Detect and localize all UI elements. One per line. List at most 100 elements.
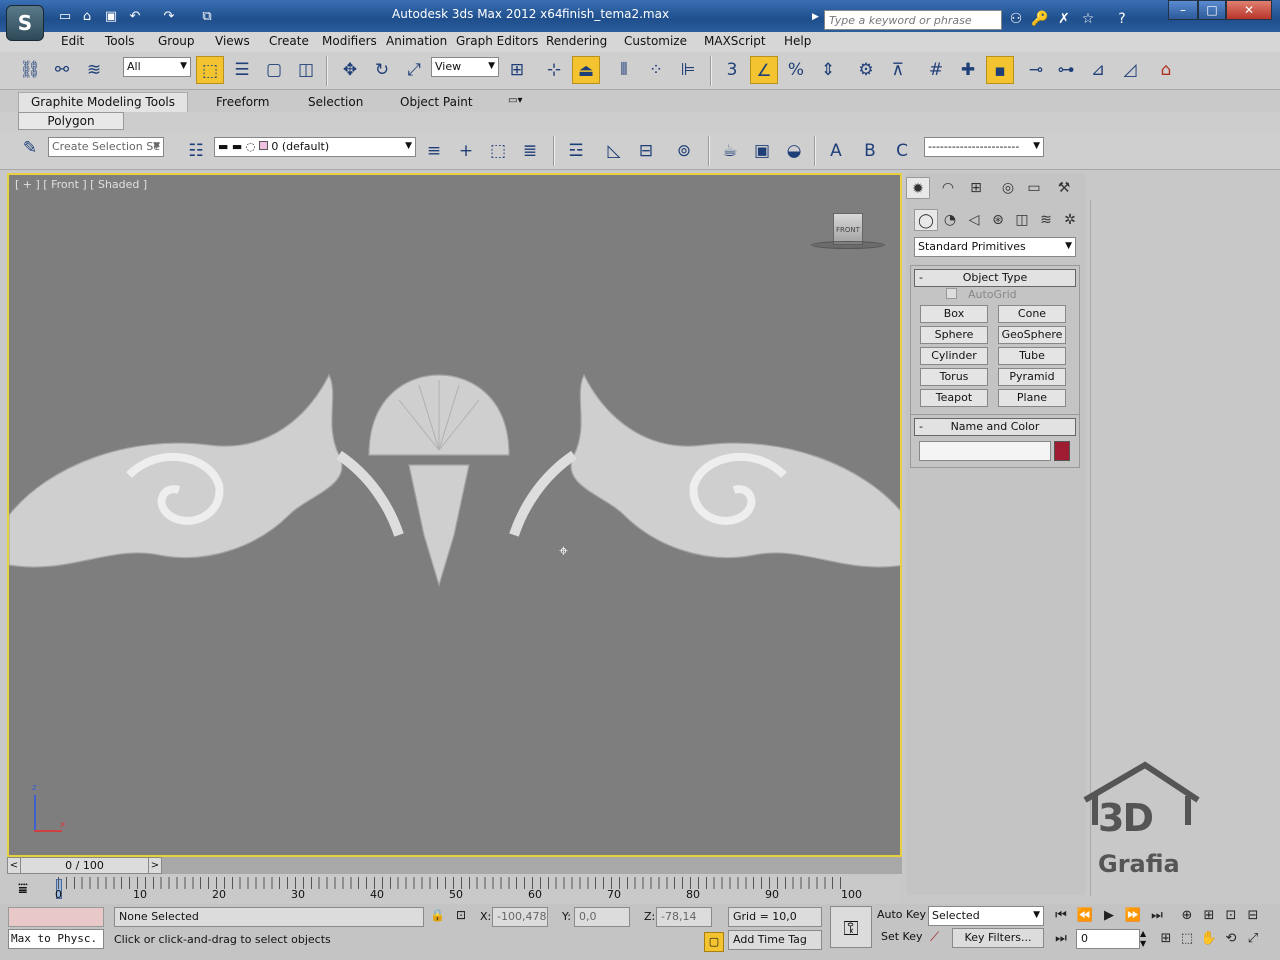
add-time-tag-button[interactable]: Add Time Tag [728,930,822,950]
panel-polygon-modeling[interactable]: Polygon Modeling [18,112,124,145]
undo-icon[interactable]: ↶ [126,8,144,26]
next-frame-icon[interactable]: ⏩ [1122,906,1144,926]
ribbon-options-icon[interactable]: ▭▾ [508,95,522,106]
autogrid-checkbox[interactable] [946,288,957,299]
rectangular-selection-icon[interactable]: ▢ [260,56,288,84]
subscription-center-icon[interactable]: 🔑 [1030,9,1050,29]
select-object-icon[interactable]: ⬚ [196,56,224,84]
orbit-icon[interactable]: ⟲ [1220,929,1242,949]
scene-explorer-icon[interactable]: ☲ [562,137,590,165]
bind-to-space-warp-icon[interactable]: ≋ [80,56,108,84]
zoom-extents-all-icon[interactable]: ⊟ [1242,906,1264,926]
tangent-snap-icon[interactable]: ◿ [1116,56,1144,84]
angle-snap-icon[interactable]: ∠ [750,56,778,84]
redo-icon[interactable]: ↷ [160,8,178,26]
key-filters-button[interactable]: Key Filters... [952,928,1044,948]
maxscript-listener-top[interactable] [8,907,104,927]
cone-button[interactable]: Cone [998,305,1066,323]
lights-icon[interactable]: ◁ [962,209,986,231]
rendered-frame-window-icon[interactable]: ▣ [748,137,776,165]
utilities-tab-icon[interactable]: ⚒ [1052,177,1076,199]
previous-frame-icon[interactable]: ⏪ [1074,906,1096,926]
tab-selection[interactable]: Selection [308,95,363,109]
new-file-icon[interactable]: ▭ [56,8,74,26]
geometry-icon[interactable]: ◯ [914,209,938,231]
time-slider-track[interactable] [162,857,902,874]
y-coordinate-field[interactable]: 0,0 [574,907,630,927]
zoom-region-icon[interactable]: ⬚ [1176,929,1198,949]
viewport-front[interactable]: [ + ] [ Front ] [ Shaded ] FRONT ⌖ z x [7,173,902,857]
vertex-snap-icon[interactable]: ▪ [986,56,1014,84]
time-slider[interactable]: 0 / 100 [7,857,162,874]
layer-manager-icon[interactable]: ☷ [182,137,210,165]
curve-editor-icon[interactable]: ◺ [600,137,628,165]
mirror-icon[interactable]: ⫴ [610,56,638,84]
viewport-label[interactable]: [ + ] [ Front ] [ Shaded ] [15,178,147,191]
menu-help[interactable]: Help [784,34,811,48]
auto-key-button[interactable]: Auto Key [877,908,926,921]
create-tab-icon[interactable]: ✹ [906,177,930,199]
set-key-mode-key-icon[interactable]: ⚿ [830,906,872,948]
teapot-c-icon[interactable]: C [888,137,916,165]
object-name-input[interactable] [919,441,1051,461]
box-button[interactable]: Box [920,305,988,323]
pivot-center-icon[interactable]: ⊞ [503,56,531,84]
material-editor-icon[interactable]: ⊚ [670,137,698,165]
helpers-icon[interactable]: ◫ [1010,209,1034,231]
align-icon[interactable]: ⊫ [674,56,702,84]
menu-edit[interactable]: Edit [61,34,84,48]
ornament-model[interactable] [9,355,902,595]
key-mode-dropdown[interactable]: Selected ▼ [928,906,1044,926]
time-slider-prev-icon[interactable]: < [7,857,21,874]
maximize-button[interactable]: □ [1198,0,1226,20]
spinner-snap-icon[interactable]: ⇕ [814,56,842,84]
select-and-rotate-icon[interactable]: ↻ [368,56,396,84]
add-to-layer-icon[interactable]: + [452,137,480,165]
absolute-mode-icon[interactable]: ⊡ [456,908,466,922]
layer-dropdown[interactable]: ▬ ▬ ◌ 0 (default) ▼ [214,137,416,157]
time-tag-icon[interactable]: ▢ [704,932,724,952]
viewcube-compass-ring[interactable] [811,241,885,249]
binoculars-icon[interactable]: ⚇ [1006,9,1026,29]
teapot-a-icon[interactable]: A [822,137,850,165]
display-tab-icon[interactable]: ▭ [1022,177,1046,199]
time-slider-next-icon[interactable]: > [148,857,162,874]
array-icon[interactable]: ⁘ [642,56,670,84]
menu-customize[interactable]: Customize [624,34,687,48]
teapot-b-icon[interactable]: B [856,137,884,165]
set-key-button[interactable]: Set Key [881,930,923,943]
keyboard-shortcut-override-icon[interactable]: ⏏ [572,56,600,84]
cameras-icon[interactable]: ⊛ [986,209,1010,231]
edge-snap-icon[interactable]: ⊸ [1022,56,1050,84]
zoom-all-icon[interactable]: ⊞ [1198,906,1220,926]
hierarchy-tab-icon[interactable]: ⊞ [964,177,988,199]
percent-snap-icon[interactable]: % [782,56,810,84]
time-configuration-icon[interactable]: ⊞ [1155,929,1177,949]
select-and-manipulate-icon[interactable]: ⊹ [540,56,568,84]
perpendicular-snap-icon[interactable]: ⊿ [1084,56,1112,84]
create-layer-icon[interactable]: ≡ [420,137,448,165]
app-logo-button[interactable]: S [6,5,44,41]
edit-named-selection-icon[interactable]: ✎ [16,134,44,162]
menu-animation[interactable]: Animation [386,34,447,48]
search-expand-icon[interactable]: ▶ [812,12,819,22]
search-input[interactable]: Type a keyword or phrase [824,10,1002,30]
tab-graphite-modeling-tools[interactable]: Graphite Modeling Tools [18,92,188,112]
tab-object-paint[interactable]: Object Paint [400,95,473,109]
name-color-rollout-header[interactable]: - Name and Color [914,418,1076,436]
play-icon[interactable]: ▶ [1098,906,1120,926]
menu-rendering[interactable]: Rendering [546,34,607,48]
save-file-icon[interactable]: ▣ [102,8,120,26]
systems-icon[interactable]: ✲ [1058,209,1082,231]
select-and-link-icon[interactable]: ⛓ [16,56,44,84]
geosphere-button[interactable]: GeoSphere [998,326,1066,344]
current-frame-field[interactable]: 0 [1076,929,1140,949]
unlink-selection-icon[interactable]: ⚯ [48,56,76,84]
go-to-start-icon[interactable]: ⏮ [1050,906,1072,926]
snap-option-icon[interactable]: ⚙ [852,56,880,84]
shapes-icon[interactable]: ◔ [938,209,962,231]
pivot-snap-icon[interactable]: ✚ [954,56,982,84]
x-coordinate-field[interactable]: -100,478 [492,907,548,927]
lock-selection-icon[interactable]: 🔒 [430,908,445,922]
select-and-move-icon[interactable]: ✥ [336,56,364,84]
